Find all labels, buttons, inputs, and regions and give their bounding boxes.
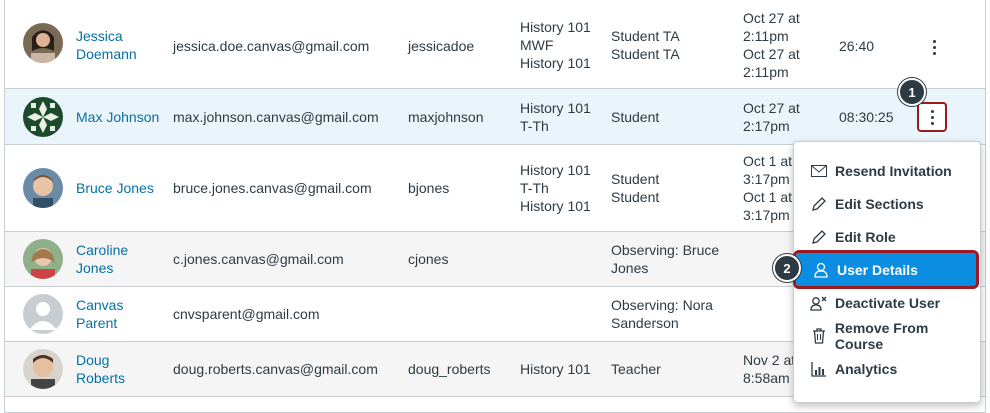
pencil-icon <box>806 196 832 212</box>
user-sections: History 101 <box>520 361 591 377</box>
user-name-link[interactable]: Caroline Jones <box>76 241 168 277</box>
menu-item-deactivate-user[interactable]: Deactivate User <box>794 286 980 319</box>
user-sections: History 101 MWF History 101 <box>520 19 591 71</box>
user-roles: Student TA Student TA <box>611 28 680 62</box>
user-roles: Observing: Nora Sanderson <box>611 297 713 331</box>
menu-item-edit-role[interactable]: Edit Role <box>794 220 980 253</box>
envelope-icon <box>806 164 832 177</box>
trash-icon <box>806 327 832 344</box>
user-login: jessicadoe <box>408 38 475 54</box>
avatar[interactable] <box>23 349 63 389</box>
user-sections: History 101 T-Th <box>520 100 591 134</box>
user-icon <box>808 262 834 278</box>
user-name-link[interactable]: Jessica Doemann <box>76 27 168 63</box>
user-email: bruce.jones.canvas@gmail.com <box>173 180 372 196</box>
avatar[interactable] <box>23 97 63 137</box>
last-activity: Oct 27 at 2:17pm <box>743 100 800 134</box>
user-options-menu: Resend Invitation Edit Sections Edit Rol… <box>793 141 981 403</box>
user-email: doug.roberts.canvas@gmail.com <box>173 361 378 377</box>
user-login: bjones <box>408 180 450 196</box>
total-activity: 08:30:25 <box>839 109 894 125</box>
user-name-link[interactable]: Bruce Jones <box>76 179 176 197</box>
step-callout-2: 2 <box>773 254 801 282</box>
avatar[interactable] <box>23 23 63 63</box>
user-email: cnvsparent@gmail.com <box>173 306 320 322</box>
last-activity: Oct 27 at 2:11pm Oct 27 at 2:11pm <box>743 10 800 80</box>
user-email: c.jones.canvas@gmail.com <box>173 251 344 267</box>
user-roles: Student Student <box>611 171 660 205</box>
user-name-link[interactable]: Canvas Parent <box>76 296 168 332</box>
user-login: cjones <box>408 251 449 267</box>
step-callout-1: 1 <box>898 78 926 106</box>
kebab-menu-icon[interactable] <box>917 102 947 132</box>
user-roles: Student <box>611 109 660 125</box>
analytics-icon <box>806 361 832 377</box>
user-login: maxjohnson <box>408 109 484 125</box>
user-sections: History 101 T-Th History 101 <box>520 162 591 214</box>
avatar[interactable] <box>23 168 63 208</box>
user-email: max.johnson.canvas@gmail.com <box>173 109 379 125</box>
user-roles: Teacher <box>611 361 661 377</box>
user-roles: Observing: Bruce Jones <box>611 242 720 276</box>
menu-item-edit-sections[interactable]: Edit Sections <box>794 187 980 220</box>
user-remove-icon <box>806 295 832 311</box>
table-row: Max Johnson max.johnson.canvas@gmail.com… <box>5 89 985 145</box>
table-row: Jessica Doemann jessica.doe.canvas@gmail.… <box>5 0 985 89</box>
user-email: jessica.doe.canvas@gmail.com <box>173 38 370 54</box>
total-activity: 26:40 <box>839 38 875 54</box>
menu-item-user-details[interactable]: User Details <box>793 250 979 289</box>
menu-item-remove-from-course[interactable]: Remove From Course <box>794 319 980 352</box>
menu-item-analytics[interactable]: Analytics <box>794 352 980 385</box>
user-login: doug_roberts <box>408 361 491 377</box>
user-name-link[interactable]: Max Johnson <box>76 108 176 126</box>
menu-item-resend-invitation[interactable]: Resend Invitation <box>794 154 980 187</box>
user-name-link[interactable]: Doug Roberts <box>76 351 168 387</box>
pencil-icon <box>806 229 832 245</box>
avatar[interactable] <box>23 294 63 334</box>
kebab-menu-icon[interactable] <box>919 32 949 62</box>
avatar[interactable] <box>23 239 63 279</box>
